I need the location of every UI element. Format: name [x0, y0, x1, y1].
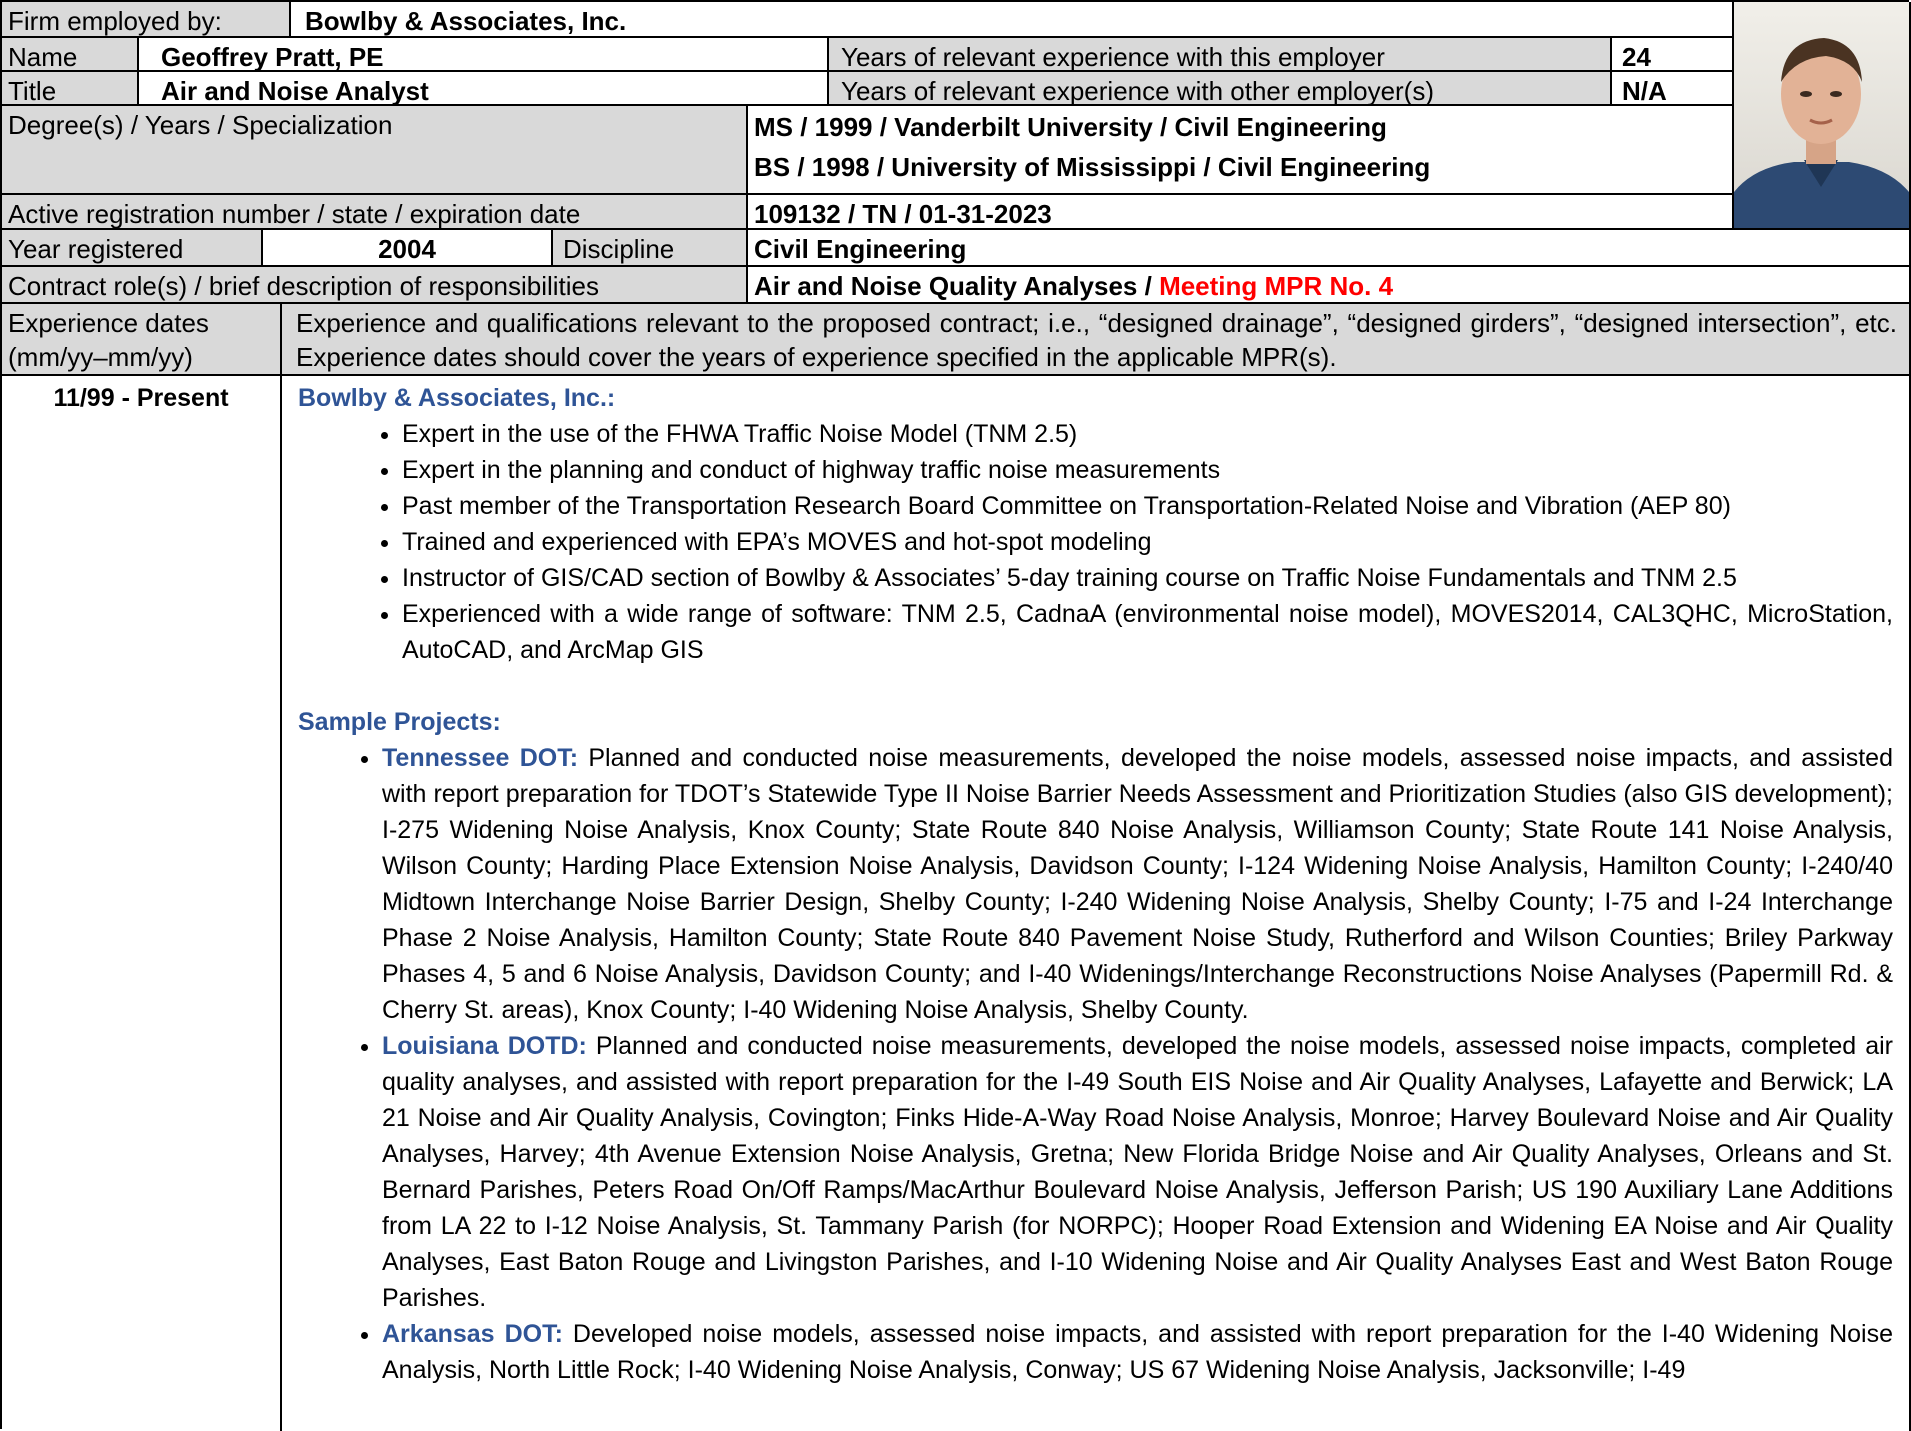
experience-body: Bowlby & Associates, Inc.: Expert in the… — [282, 376, 1911, 1431]
project-client: Arkansas DOT: — [382, 1320, 563, 1348]
sample-projects-heading: Sample Projects: — [298, 708, 501, 736]
title-value: Air and Noise Analyst — [139, 72, 829, 106]
project-client: Louisiana DOTD: — [382, 1032, 587, 1060]
qualification-item: Experienced with a wide range of softwar… — [402, 596, 1901, 668]
registration-label: Active registration number / state / exp… — [2, 195, 748, 230]
portrait-photo — [1734, 2, 1911, 230]
contract-role-value: Air and Noise Quality Analyses / Meeting… — [748, 267, 1911, 304]
experience-dates: 11/99 - Present — [2, 376, 282, 1431]
degree-label: Degree(s) / Years / Specialization — [2, 106, 748, 195]
qualification-item: Trained and experienced with EPA’s MOVES… — [402, 524, 1901, 560]
years-other-employer-value: N/A — [1612, 72, 1734, 106]
degree-bs: BS / 1998 / University of Mississippi / … — [754, 152, 1431, 182]
employer-heading: Bowlby & Associates, Inc.: — [298, 384, 616, 412]
resume-table: Firm employed by: Bowlby & Associates, I… — [0, 0, 1911, 1431]
firm-label: Firm employed by: — [2, 2, 291, 38]
qualification-item: Instructor of GIS/CAD section of Bowlby … — [402, 560, 1901, 596]
contract-role-label: Contract role(s) / brief description of … — [2, 267, 748, 304]
qualifications-list: Expert in the use of the FHWA Traffic No… — [298, 416, 1901, 668]
firm-value: Bowlby & Associates, Inc. — [291, 2, 1734, 38]
qualification-item: Expert in the use of the FHWA Traffic No… — [402, 416, 1901, 452]
experience-description-label: Experience and qualifications relevant t… — [282, 304, 1911, 376]
degree-ms: MS / 1999 / Vanderbilt University / Civi… — [754, 112, 1387, 142]
qualification-item: Past member of the Transportation Resear… — [402, 488, 1901, 524]
discipline-value: Civil Engineering — [748, 230, 1911, 267]
discipline-text: Civil Engineering — [754, 234, 967, 264]
years-other-employer-label: Years of relevant experience with other … — [829, 72, 1612, 106]
project-item: Tennessee DOT: Planned and conducted noi… — [382, 740, 1901, 1028]
contract-role-text: Air and Noise Quality Analyses / — [754, 271, 1160, 301]
project-client: Tennessee DOT: — [382, 744, 579, 772]
title-label: Title — [2, 72, 139, 106]
year-registered-value: 2004 — [263, 230, 553, 267]
degree-values: MS / 1999 / Vanderbilt University / Civi… — [748, 106, 1734, 195]
registration-value: 109132 / TN / 01-31-2023 — [748, 195, 1734, 230]
qualification-item: Expert in the planning and conduct of hi… — [402, 452, 1901, 488]
years-this-employer-value: 24 — [1612, 38, 1734, 72]
discipline-label: Discipline — [553, 230, 748, 267]
name-label: Name — [2, 38, 139, 72]
mpr-reference: Meeting MPR No. 4 — [1159, 271, 1394, 301]
project-item: Louisiana DOTD: Planned and conducted no… — [382, 1028, 1901, 1316]
name-value: Geoffrey Pratt, PE — [139, 38, 829, 72]
experience-date-range: 11/99 - Present — [53, 384, 229, 412]
portrait-icon — [1734, 2, 1909, 228]
project-text: Planned and conducted noise measurements… — [382, 1032, 1893, 1312]
project-text: Developed noise models, assessed noise i… — [382, 1320, 1893, 1384]
sample-projects-list: Tennessee DOT: Planned and conducted noi… — [298, 740, 1901, 1388]
year-registered-label: Year registered — [2, 230, 263, 267]
years-this-employer-label: Years of relevant experience with this e… — [829, 38, 1612, 72]
project-item: Arkansas DOT: Developed noise models, as… — [382, 1316, 1901, 1388]
project-text: Planned and conducted noise measurements… — [382, 744, 1893, 1024]
experience-dates-label: Experience dates (mm/yy–mm/yy) — [2, 304, 282, 376]
